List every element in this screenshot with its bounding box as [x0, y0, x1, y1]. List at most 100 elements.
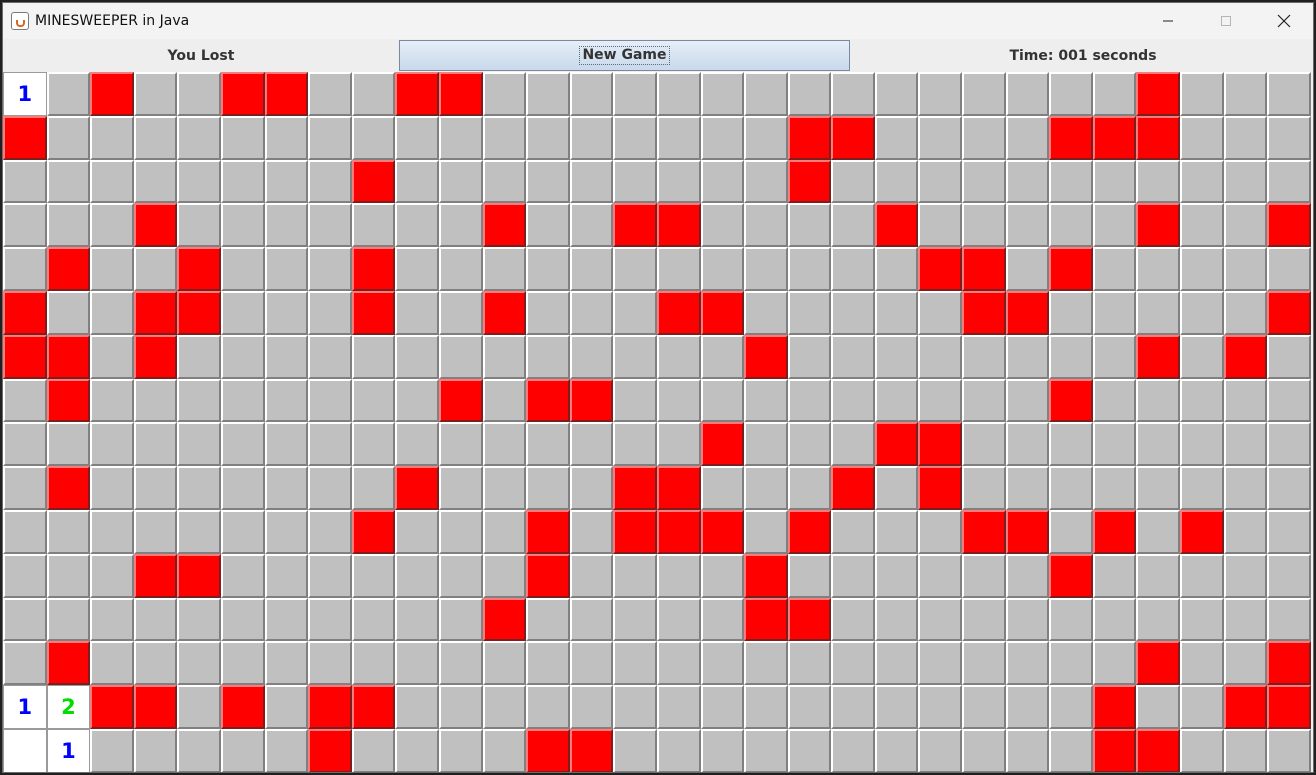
unrevealed-cell[interactable]: [1092, 641, 1137, 686]
unrevealed-cell[interactable]: [1267, 597, 1311, 642]
mine-cell[interactable]: [1136, 728, 1181, 772]
mine-cell[interactable]: [700, 509, 745, 554]
unrevealed-cell[interactable]: [395, 334, 439, 379]
unrevealed-cell[interactable]: [395, 115, 439, 160]
unrevealed-cell[interactable]: [1092, 334, 1137, 379]
unrevealed-cell[interactable]: [526, 641, 570, 686]
unrevealed-cell[interactable]: [264, 509, 309, 554]
unrevealed-cell[interactable]: [1180, 290, 1224, 335]
unrevealed-cell[interactable]: [1136, 422, 1181, 467]
unrevealed-cell[interactable]: [787, 334, 832, 379]
unrevealed-cell[interactable]: [874, 597, 919, 642]
unrevealed-cell[interactable]: [133, 378, 178, 423]
unrevealed-cell[interactable]: [308, 466, 352, 510]
unrevealed-cell[interactable]: [438, 641, 483, 686]
mine-cell[interactable]: [1005, 509, 1050, 554]
mine-cell[interactable]: [962, 290, 1006, 335]
unrevealed-cell[interactable]: [46, 115, 91, 160]
mine-cell[interactable]: [177, 553, 221, 598]
unrevealed-cell[interactable]: [395, 509, 439, 554]
unrevealed-cell[interactable]: [90, 509, 134, 554]
unrevealed-cell[interactable]: [308, 641, 352, 686]
mine-cell[interactable]: [1136, 115, 1181, 160]
unrevealed-cell[interactable]: [569, 422, 614, 467]
unrevealed-cell[interactable]: [395, 247, 439, 291]
unrevealed-cell[interactable]: [1092, 290, 1137, 335]
mine-cell[interactable]: [1092, 509, 1137, 554]
unrevealed-cell[interactable]: [308, 378, 352, 423]
mine-cell[interactable]: [1136, 203, 1181, 248]
unrevealed-cell[interactable]: [787, 728, 832, 772]
unrevealed-cell[interactable]: [220, 115, 265, 160]
unrevealed-cell[interactable]: [831, 203, 875, 248]
unrevealed-cell[interactable]: [656, 115, 701, 160]
unrevealed-cell[interactable]: [46, 597, 91, 642]
unrevealed-cell[interactable]: [1049, 597, 1093, 642]
unrevealed-cell[interactable]: [874, 290, 919, 335]
mine-cell[interactable]: [1136, 72, 1181, 116]
unrevealed-cell[interactable]: [264, 422, 309, 467]
unrevealed-cell[interactable]: [1223, 203, 1268, 248]
unrevealed-cell[interactable]: [962, 334, 1006, 379]
mine-cell[interactable]: [264, 72, 309, 116]
unrevealed-cell[interactable]: [962, 466, 1006, 510]
unrevealed-cell[interactable]: [1005, 72, 1050, 116]
unrevealed-cell[interactable]: [613, 597, 657, 642]
unrevealed-cell[interactable]: [1180, 553, 1224, 598]
unrevealed-cell[interactable]: [831, 553, 875, 598]
mine-cell[interactable]: [831, 115, 875, 160]
unrevealed-cell[interactable]: [656, 641, 701, 686]
unrevealed-cell[interactable]: [1049, 728, 1093, 772]
unrevealed-cell[interactable]: [177, 685, 221, 729]
mine-cell[interactable]: [656, 466, 701, 510]
unrevealed-cell[interactable]: [90, 422, 134, 467]
mine-cell[interactable]: [177, 290, 221, 335]
mine-cell[interactable]: [744, 334, 788, 379]
revealed-cell[interactable]: 1: [3, 72, 47, 116]
unrevealed-cell[interactable]: [90, 728, 134, 772]
mine-cell[interactable]: [3, 290, 47, 335]
unrevealed-cell[interactable]: [46, 290, 91, 335]
unrevealed-cell[interactable]: [351, 115, 396, 160]
unrevealed-cell[interactable]: [351, 553, 396, 598]
unrevealed-cell[interactable]: [1049, 334, 1093, 379]
unrevealed-cell[interactable]: [482, 159, 527, 204]
unrevealed-cell[interactable]: [482, 422, 527, 467]
unrevealed-cell[interactable]: [133, 597, 178, 642]
unrevealed-cell[interactable]: [351, 466, 396, 510]
unrevealed-cell[interactable]: [438, 728, 483, 772]
unrevealed-cell[interactable]: [613, 247, 657, 291]
unrevealed-cell[interactable]: [177, 378, 221, 423]
unrevealed-cell[interactable]: [1092, 72, 1137, 116]
unrevealed-cell[interactable]: [90, 641, 134, 686]
unrevealed-cell[interactable]: [831, 509, 875, 554]
unrevealed-cell[interactable]: [1005, 378, 1050, 423]
close-button[interactable]: [1255, 3, 1313, 39]
unrevealed-cell[interactable]: [656, 685, 701, 729]
unrevealed-cell[interactable]: [744, 159, 788, 204]
unrevealed-cell[interactable]: [177, 422, 221, 467]
mine-cell[interactable]: [1267, 290, 1311, 335]
unrevealed-cell[interactable]: [1223, 422, 1268, 467]
unrevealed-cell[interactable]: [264, 466, 309, 510]
mine-cell[interactable]: [46, 466, 91, 510]
unrevealed-cell[interactable]: [874, 72, 919, 116]
unrevealed-cell[interactable]: [1005, 553, 1050, 598]
mine-cell[interactable]: [569, 728, 614, 772]
unrevealed-cell[interactable]: [3, 247, 47, 291]
unrevealed-cell[interactable]: [395, 203, 439, 248]
mine-cell[interactable]: [351, 509, 396, 554]
unrevealed-cell[interactable]: [744, 378, 788, 423]
mine-cell[interactable]: [526, 728, 570, 772]
unrevealed-cell[interactable]: [613, 553, 657, 598]
mine-cell[interactable]: [918, 247, 963, 291]
unrevealed-cell[interactable]: [46, 422, 91, 467]
unrevealed-cell[interactable]: [482, 378, 527, 423]
unrevealed-cell[interactable]: [3, 466, 47, 510]
unrevealed-cell[interactable]: [526, 290, 570, 335]
unrevealed-cell[interactable]: [1136, 509, 1181, 554]
unrevealed-cell[interactable]: [787, 203, 832, 248]
unrevealed-cell[interactable]: [133, 466, 178, 510]
mine-cell[interactable]: [700, 290, 745, 335]
unrevealed-cell[interactable]: [1180, 159, 1224, 204]
